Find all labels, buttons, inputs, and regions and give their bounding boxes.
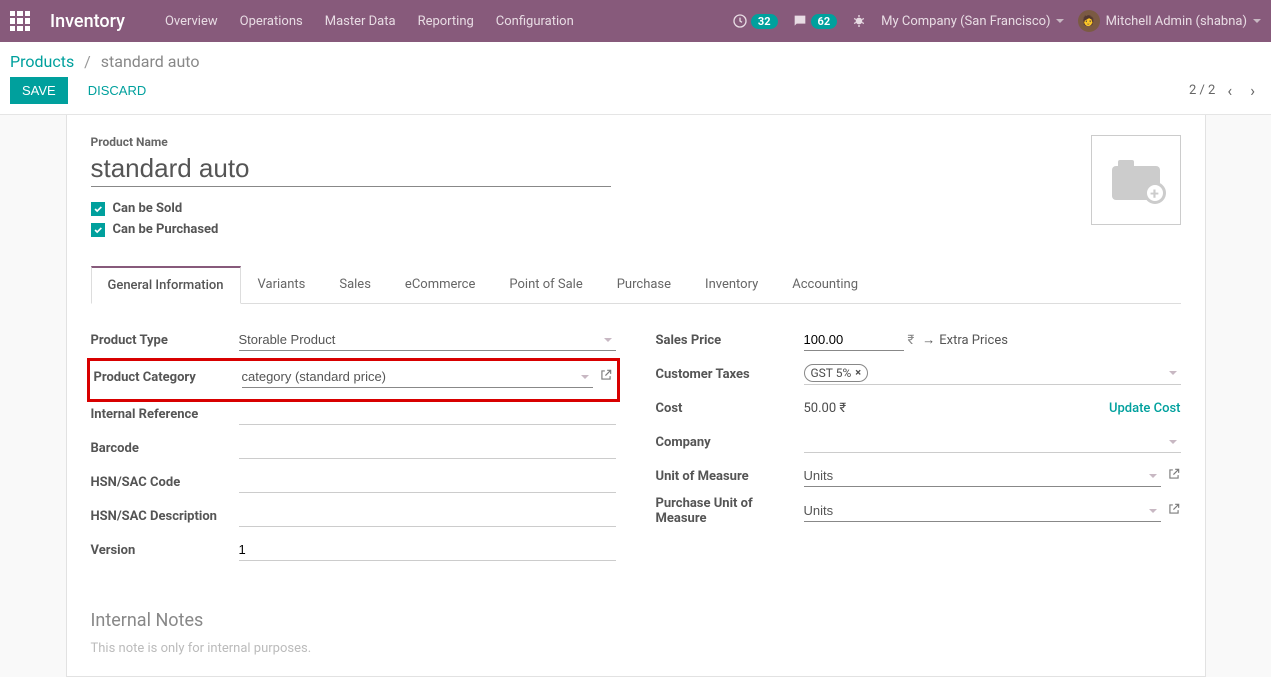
product-type-select[interactable]: [239, 329, 616, 351]
tab-sales[interactable]: Sales: [322, 266, 388, 304]
user-name: Mitchell Admin (shabna): [1106, 14, 1247, 29]
control-panel: Products / standard auto SAVE DISCARD 2 …: [0, 42, 1271, 115]
chevron-down-icon: [1056, 19, 1064, 23]
external-link-icon[interactable]: [599, 368, 613, 386]
tax-tag[interactable]: GST 5% ×: [804, 364, 869, 382]
pager-prev[interactable]: ‹: [1221, 77, 1238, 104]
chevron-down-icon: [1253, 19, 1261, 23]
discard-button[interactable]: DISCARD: [76, 77, 159, 104]
tab-purchase[interactable]: Purchase: [600, 266, 688, 304]
sales-price-input[interactable]: [804, 329, 904, 351]
external-link-icon[interactable]: [1167, 502, 1181, 520]
tab-point-of-sale[interactable]: Point of Sale: [492, 266, 599, 304]
tax-tag-label: GST 5%: [811, 366, 852, 380]
can-be-purchased-label: Can be Purchased: [113, 222, 219, 237]
chat-icon: [792, 13, 808, 29]
tab-general-information[interactable]: General Information: [91, 266, 241, 304]
purchase-uom-select[interactable]: [804, 500, 1161, 522]
tab-ecommerce[interactable]: eCommerce: [388, 266, 492, 304]
activities-indicator[interactable]: 32: [732, 13, 778, 29]
company-select[interactable]: [804, 431, 1181, 453]
cost-value: 50.00 ₹: [804, 401, 847, 416]
product-type-label: Product Type: [91, 333, 239, 348]
version-label: Version: [91, 543, 239, 558]
customer-taxes-label: Customer Taxes: [656, 367, 804, 382]
hsn-desc-input[interactable]: [239, 505, 616, 527]
form-tabs: General Information Variants Sales eComm…: [91, 265, 1181, 304]
clock-icon: [732, 13, 748, 29]
can-be-sold-checkbox[interactable]: [91, 202, 105, 216]
product-category-label: Product Category: [94, 370, 242, 385]
can-be-purchased-checkbox[interactable]: [91, 223, 105, 237]
product-image-upload[interactable]: +: [1091, 135, 1181, 225]
tab-accounting[interactable]: Accounting: [775, 266, 875, 304]
internal-reference-label: Internal Reference: [91, 407, 239, 422]
pager: 2 / 2 ‹ ›: [1189, 77, 1261, 104]
tab-inventory[interactable]: Inventory: [688, 266, 775, 304]
currency-symbol: ₹: [908, 333, 915, 348]
user-menu[interactable]: 🧑 Mitchell Admin (shabna): [1078, 10, 1261, 32]
barcode-input[interactable]: [239, 437, 616, 459]
save-button[interactable]: SAVE: [10, 77, 68, 104]
hsn-code-label: HSN/SAC Code: [91, 475, 239, 490]
breadcrumb-parent[interactable]: Products: [10, 52, 74, 71]
main-menu: Overview Operations Master Data Reportin…: [165, 14, 574, 29]
menu-operations[interactable]: Operations: [240, 14, 303, 29]
product-category-select[interactable]: [242, 366, 593, 388]
hsn-desc-label: HSN/SAC Description: [91, 509, 239, 524]
bug-icon[interactable]: [851, 13, 867, 29]
extra-prices-link[interactable]: Extra Prices: [922, 332, 1008, 348]
uom-select[interactable]: [804, 465, 1161, 487]
apps-icon[interactable]: [10, 11, 30, 31]
company-name: My Company (San Francisco): [881, 14, 1050, 29]
internal-notes-input[interactable]: This note is only for internal purposes.: [91, 641, 1181, 656]
breadcrumb: Products / standard auto: [10, 52, 200, 71]
pager-position: 2 / 2: [1189, 83, 1215, 98]
update-cost-link[interactable]: Update Cost: [1109, 401, 1181, 416]
highlighted-field: Product Category: [87, 358, 620, 402]
company-switcher[interactable]: My Company (San Francisco): [881, 14, 1063, 29]
activities-badge: 32: [751, 14, 778, 29]
uom-label: Unit of Measure: [656, 469, 804, 484]
form-sheet: Product Name Can be Sold Can be Purchase…: [66, 115, 1206, 677]
avatar: 🧑: [1078, 10, 1100, 32]
tag-remove-icon[interactable]: ×: [855, 366, 861, 379]
product-name-input[interactable]: [91, 151, 611, 187]
menu-reporting[interactable]: Reporting: [418, 14, 474, 29]
chevron-down-icon: [1169, 371, 1177, 375]
version-input[interactable]: [239, 539, 616, 561]
pager-next[interactable]: ›: [1244, 77, 1261, 104]
menu-overview[interactable]: Overview: [165, 14, 218, 29]
top-navbar: Inventory Overview Operations Master Dat…: [0, 0, 1271, 42]
messages-badge: 62: [811, 14, 838, 29]
external-link-icon[interactable]: [1167, 467, 1181, 485]
menu-configuration[interactable]: Configuration: [496, 14, 574, 29]
sales-price-label: Sales Price: [656, 333, 804, 348]
purchase-uom-label: Purchase Unit of Measure: [656, 496, 804, 526]
internal-reference-input[interactable]: [239, 403, 616, 425]
tab-variants[interactable]: Variants: [241, 266, 323, 304]
menu-master-data[interactable]: Master Data: [325, 14, 396, 29]
cost-label: Cost: [656, 401, 804, 416]
app-title: Inventory: [50, 11, 125, 32]
internal-notes-title: Internal Notes: [91, 610, 1181, 631]
product-name-label: Product Name: [91, 135, 1091, 149]
company-label: Company: [656, 435, 804, 450]
hsn-code-input[interactable]: [239, 471, 616, 493]
barcode-label: Barcode: [91, 441, 239, 456]
breadcrumb-separator: /: [84, 52, 91, 71]
can-be-sold-label: Can be Sold: [113, 201, 183, 216]
messages-indicator[interactable]: 62: [792, 13, 838, 29]
breadcrumb-current: standard auto: [101, 52, 200, 71]
camera-icon: +: [1112, 160, 1160, 200]
